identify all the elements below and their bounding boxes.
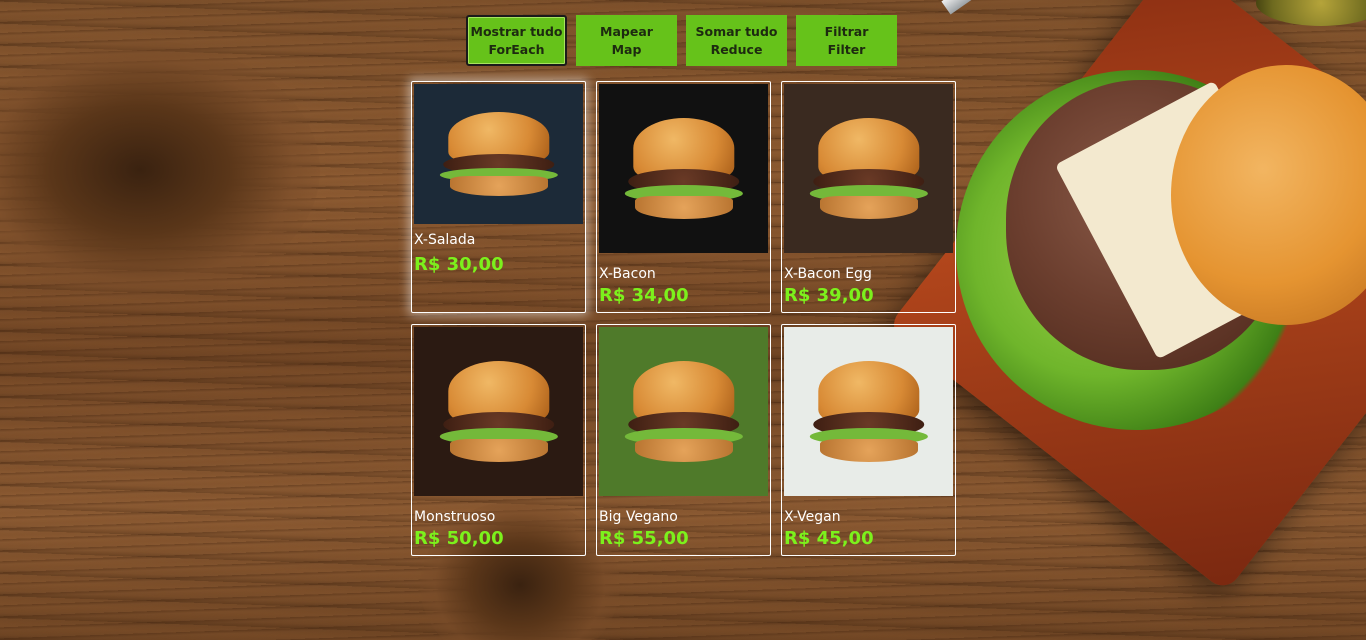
knife-image bbox=[941, 0, 1090, 15]
product-card-x-bacon[interactable]: X-Bacon R$ 34,00 bbox=[596, 81, 771, 313]
burger-photo bbox=[599, 327, 768, 496]
product-name: X-Vegan bbox=[784, 509, 841, 525]
button-label-line1: Mapear bbox=[600, 23, 653, 39]
product-name: X-Salada bbox=[414, 232, 476, 248]
show-all-foreach-button[interactable]: Mostrar tudo ForEach bbox=[466, 15, 567, 66]
product-price: R$ 39,00 bbox=[784, 285, 874, 306]
product-name: X-Bacon bbox=[599, 266, 656, 282]
button-label-line2: ForEach bbox=[488, 41, 545, 57]
product-name: Big Vegano bbox=[599, 509, 678, 525]
button-label-line1: Somar tudo bbox=[695, 23, 778, 39]
background-burger-image bbox=[886, 0, 1366, 593]
product-name: Monstruoso bbox=[414, 509, 496, 525]
product-price: R$ 45,00 bbox=[784, 528, 874, 549]
filter-button[interactable]: Filtrar Filter bbox=[796, 15, 897, 66]
button-label-line1: Filtrar bbox=[824, 23, 869, 39]
product-card-x-bacon-egg[interactable]: X-Bacon Egg R$ 39,00 bbox=[781, 81, 956, 313]
product-price: R$ 55,00 bbox=[599, 528, 689, 549]
burger-photo bbox=[599, 84, 768, 253]
burger-photo bbox=[414, 327, 583, 496]
wood-knot-decoration bbox=[0, 40, 320, 300]
product-price: R$ 30,00 bbox=[414, 254, 504, 275]
reduce-sum-button[interactable]: Somar tudo Reduce bbox=[686, 15, 787, 66]
action-toolbar: Mostrar tudo ForEach Mapear Map Somar tu… bbox=[466, 15, 897, 66]
button-label-line2: Reduce bbox=[710, 41, 763, 57]
pickle-image bbox=[1256, 0, 1366, 26]
button-label-line2: Filter bbox=[827, 41, 866, 57]
product-grid: X-Salada R$ 30,00 X-Bacon R$ 34,00 X-Bac… bbox=[411, 81, 957, 556]
button-label-line1: Mostrar tudo bbox=[470, 23, 563, 39]
product-card-x-vegan[interactable]: X-Vegan R$ 45,00 bbox=[781, 324, 956, 556]
product-name: X-Bacon Egg bbox=[784, 266, 872, 282]
product-price: R$ 34,00 bbox=[599, 285, 689, 306]
map-button[interactable]: Mapear Map bbox=[576, 15, 677, 66]
product-card-monstruoso[interactable]: Monstruoso R$ 50,00 bbox=[411, 324, 586, 556]
burger-photo bbox=[414, 84, 583, 224]
burger-photo bbox=[784, 84, 953, 253]
product-card-x-salada[interactable]: X-Salada R$ 30,00 bbox=[411, 81, 586, 313]
burger-photo bbox=[784, 327, 953, 496]
product-card-big-vegano[interactable]: Big Vegano R$ 55,00 bbox=[596, 324, 771, 556]
button-label-line2: Map bbox=[611, 41, 642, 57]
product-price: R$ 50,00 bbox=[414, 528, 504, 549]
